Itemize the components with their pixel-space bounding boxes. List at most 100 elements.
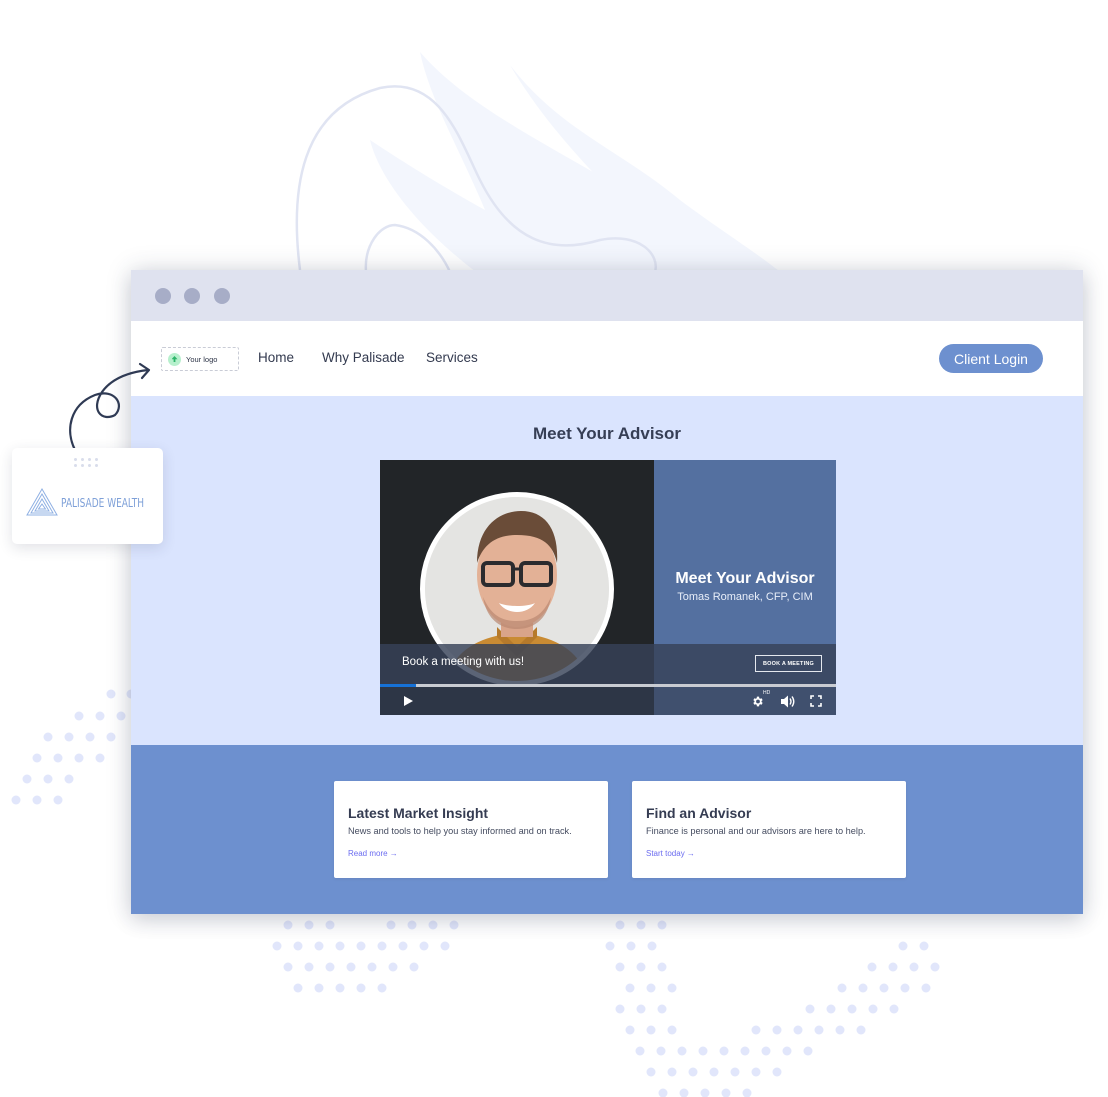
- decorative-dot: [304, 962, 314, 972]
- feature-card-find-advisor: Find an Advisor Finance is personal and …: [632, 781, 906, 878]
- decorative-dot: [635, 1046, 645, 1056]
- card-title: Latest Market Insight: [348, 805, 489, 821]
- logo-placeholder-label: Your logo: [186, 354, 218, 364]
- decorative-dot: [793, 1025, 803, 1035]
- decorative-dot: [11, 795, 21, 805]
- decorative-dot: [751, 1025, 761, 1035]
- read-more-link[interactable]: Read more →: [348, 849, 398, 858]
- advisor-video-player[interactable]: Meet Your Advisor Tomas Romanek, CFP, CI…: [380, 460, 836, 715]
- decorative-dot: [868, 1004, 878, 1014]
- client-login-button[interactable]: Client Login: [939, 344, 1043, 373]
- nav-link-services[interactable]: Services: [426, 350, 478, 365]
- decorative-dot: [53, 795, 63, 805]
- logo-placeholder[interactable]: Your logo: [161, 347, 239, 371]
- card-description: News and tools to help you stay informed…: [348, 826, 572, 836]
- decorative-dot: [647, 941, 657, 951]
- play-icon[interactable]: [400, 693, 416, 709]
- decorative-dot: [646, 1025, 656, 1035]
- decorative-dot: [782, 1046, 792, 1056]
- decorative-dot: [428, 920, 438, 930]
- decorative-dot: [64, 774, 74, 784]
- decorative-dot: [85, 732, 95, 742]
- volume-icon[interactable]: [780, 693, 796, 709]
- decorative-dot: [32, 753, 42, 763]
- hero-title: Meet Your Advisor: [533, 424, 681, 443]
- decorative-dot: [615, 962, 625, 972]
- decorative-dot: [867, 962, 877, 972]
- nav-link-home[interactable]: Home: [258, 350, 294, 365]
- maximize-dot[interactable]: [214, 288, 230, 304]
- decorative-dot: [751, 1067, 761, 1077]
- decorative-dot: [688, 1067, 698, 1077]
- decorative-dot: [22, 774, 32, 784]
- decorative-dot: [293, 983, 303, 993]
- decorative-dot: [636, 962, 646, 972]
- minimize-dot[interactable]: [184, 288, 200, 304]
- decorative-dot: [709, 1067, 719, 1077]
- decorative-dot: [356, 941, 366, 951]
- decorative-dot: [657, 1004, 667, 1014]
- decorative-dot: [314, 941, 324, 951]
- browser-titlebar: [131, 270, 1083, 321]
- decorative-dot: [43, 732, 53, 742]
- decorative-dot: [615, 1004, 625, 1014]
- brand-logo-card[interactable]: PALISADE WEALTH: [12, 448, 163, 544]
- decorative-dot: [116, 711, 126, 721]
- fullscreen-icon[interactable]: [808, 693, 824, 709]
- decorative-dot: [667, 1025, 677, 1035]
- decorative-dot: [879, 983, 889, 993]
- decorative-dot: [95, 711, 105, 721]
- decorative-dot: [742, 1088, 752, 1097]
- decorative-dot: [106, 732, 116, 742]
- feature-card-market-insight: Latest Market Insight News and tools to …: [334, 781, 608, 878]
- decorative-dot: [721, 1088, 731, 1097]
- site-navbar: Your logo Home Why Palisade Services Cli…: [131, 321, 1083, 396]
- decorative-dot: [325, 962, 335, 972]
- start-today-link[interactable]: Start today →: [646, 849, 695, 858]
- decorative-dot: [64, 732, 74, 742]
- background-blob-shape: [510, 65, 780, 272]
- decorative-dot: [646, 983, 656, 993]
- decorative-dot: [740, 1046, 750, 1056]
- decorative-dot: [656, 1046, 666, 1056]
- decorative-dot: [719, 1046, 729, 1056]
- book-meeting-button[interactable]: BOOK A MEETING: [755, 655, 822, 672]
- browser-window: Your logo Home Why Palisade Services Cli…: [131, 270, 1083, 914]
- decorative-dot: [889, 1004, 899, 1014]
- nav-link-why-palisade[interactable]: Why Palisade: [322, 350, 405, 365]
- decorative-dot: [856, 1025, 866, 1035]
- background-curve-line: [364, 223, 452, 273]
- decorative-dot: [667, 983, 677, 993]
- drag-handle-icon[interactable]: [73, 457, 101, 467]
- decorative-dot: [74, 753, 84, 763]
- decorative-dot: [636, 920, 646, 930]
- decorative-dot: [772, 1025, 782, 1035]
- brand-logo: PALISADE WEALTH: [26, 488, 176, 516]
- video-controls: HD: [380, 687, 836, 715]
- decorative-dot: [625, 983, 635, 993]
- decorative-dot: [626, 941, 636, 951]
- hero-section: Meet Your Advisor Meet Your Advisor Toma…: [131, 396, 1083, 745]
- close-dot[interactable]: [155, 288, 171, 304]
- decorative-dot: [805, 1004, 815, 1014]
- background-blob-shape: [370, 52, 785, 275]
- decorative-dot: [377, 983, 387, 993]
- decorative-dot: [835, 1025, 845, 1035]
- decorative-dot: [803, 1046, 813, 1056]
- decorative-dot: [74, 711, 84, 721]
- decorative-dot: [283, 962, 293, 972]
- decorative-dot: [679, 1088, 689, 1097]
- decorative-dot: [377, 941, 387, 951]
- decorative-dot: [440, 941, 450, 951]
- video-caption: Book a meeting with us!: [402, 656, 525, 668]
- decorative-dot: [386, 920, 396, 930]
- decorative-dot: [730, 1067, 740, 1077]
- decorative-dot: [95, 753, 105, 763]
- decorative-dot: [772, 1067, 782, 1077]
- decorative-dot: [921, 983, 931, 993]
- decorative-dot: [356, 983, 366, 993]
- decorative-dot: [858, 983, 868, 993]
- upload-icon: [168, 352, 181, 366]
- card-description: Finance is personal and our advisors are…: [646, 826, 866, 836]
- dot-pattern-left: [11, 689, 136, 805]
